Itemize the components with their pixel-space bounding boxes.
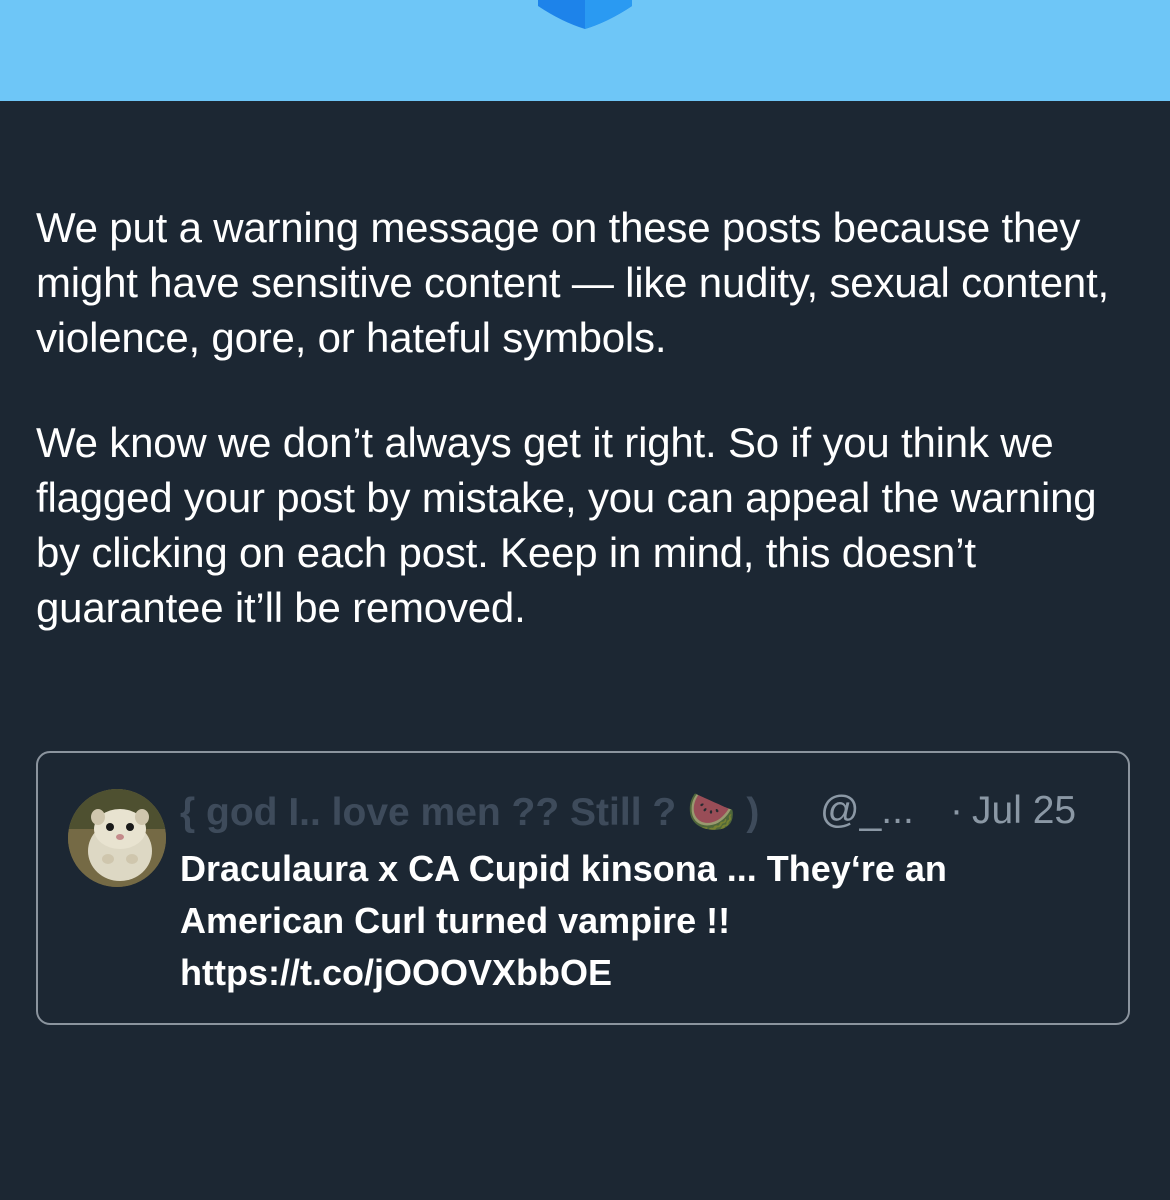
header-banner: [0, 0, 1170, 101]
warning-explanation: We put a warning message on these posts …: [36, 200, 1146, 635]
tweet-text-line: American Curl turned vampire !!: [180, 900, 731, 941]
hamster-avatar-icon[interactable]: [68, 789, 166, 887]
user-handle[interactable]: @_...: [820, 789, 914, 833]
shield-icon: [538, 0, 632, 29]
tweet-date[interactable]: Jul 25: [972, 789, 1076, 833]
tweet-header: { god I.. love men ?? Still ? 🍉 ) @_... …: [180, 789, 1100, 839]
tweet-text: Draculaura x CA Cupid kinsona ... They‘r…: [180, 843, 1080, 999]
separator-dot: ·: [950, 789, 963, 832]
explanation-paragraph-1: We put a warning message on these posts …: [36, 204, 1110, 361]
tweet-link[interactable]: https://t.co/jOOOVXbbOE: [180, 947, 1080, 999]
flagged-tweet-card[interactable]: { god I.. love men ?? Still ? 🍉 ) @_... …: [36, 751, 1130, 1025]
tweet-text-line: Draculaura x CA Cupid kinsona ... They‘r…: [180, 848, 947, 889]
explanation-paragraph-2: We know we don’t always get it right. So…: [36, 419, 1097, 631]
display-name[interactable]: { god I.. love men ?? Still ? 🍉 ): [180, 789, 759, 835]
